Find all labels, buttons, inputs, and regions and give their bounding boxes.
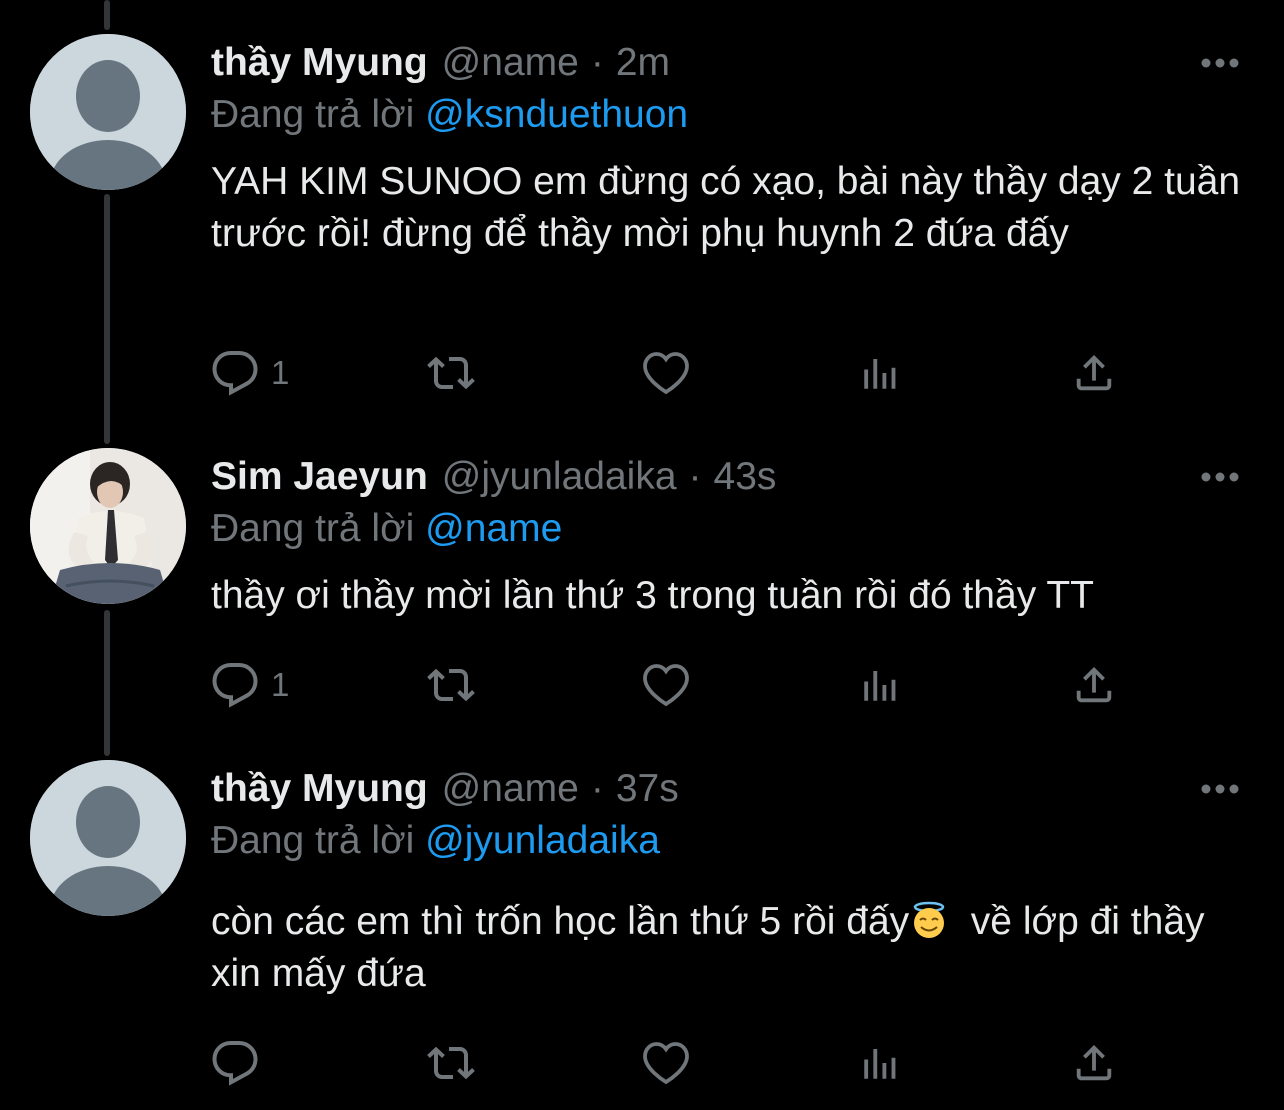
- share-button[interactable]: [1071, 348, 1117, 398]
- like-button[interactable]: [641, 1038, 691, 1088]
- tweet-header: Sim Jaeyun @jyunladaika · 43s: [211, 452, 776, 502]
- replying-to-label: Đang trả lời: [211, 93, 415, 136]
- replying-to-mention[interactable]: @name: [425, 507, 562, 550]
- more-options-icon: [1201, 472, 1239, 482]
- more-options-button[interactable]: [1200, 48, 1240, 78]
- user-handle[interactable]: @name: [442, 767, 579, 811]
- views-button[interactable]: [859, 660, 901, 710]
- heart-icon: [643, 664, 689, 707]
- views-button[interactable]: [859, 1038, 901, 1088]
- retweet-icon: [427, 668, 475, 702]
- replying-to: Đang trả lời @jyunladaika: [211, 816, 660, 866]
- share-icon: [1076, 1044, 1112, 1081]
- more-options-button[interactable]: [1200, 462, 1240, 492]
- like-button[interactable]: [641, 660, 691, 710]
- views-chart-icon: [864, 359, 896, 389]
- share-button[interactable]: [1071, 660, 1117, 710]
- tweet-1[interactable]: thầy Myung @name · 2m Đang trả lời @ksnd…: [0, 34, 1284, 408]
- tweet-text: thầy ơi thầy mời lần thứ 3 trong tuần rồ…: [211, 574, 1094, 617]
- share-icon: [1076, 666, 1112, 703]
- replying-to-label: Đang trả lời: [211, 819, 415, 862]
- avatar-default[interactable]: [30, 760, 186, 916]
- avatar-default[interactable]: [30, 34, 186, 190]
- more-options-icon: [1201, 784, 1239, 794]
- retweet-icon: [427, 1046, 475, 1080]
- replying-to-label: Đang trả lời: [211, 507, 415, 550]
- views-chart-icon: [864, 1049, 896, 1079]
- timestamp[interactable]: 2m: [616, 41, 670, 85]
- separator-dot: ·: [688, 455, 702, 498]
- share-button[interactable]: [1071, 1038, 1117, 1088]
- replying-to: Đang trả lời @ksnduethuon: [211, 90, 688, 140]
- display-name[interactable]: thầy Myung: [211, 767, 428, 811]
- tweet-actions: [211, 1038, 1131, 1088]
- reply-count: 1: [271, 354, 290, 391]
- reply-icon: [212, 1041, 258, 1086]
- replying-to-mention[interactable]: @ksnduethuon: [425, 93, 688, 136]
- retweet-button[interactable]: [425, 348, 477, 398]
- reply-icon: [212, 663, 258, 708]
- separator-dot: ·: [590, 41, 604, 84]
- avatar-profile-photo[interactable]: [30, 448, 186, 604]
- views-button[interactable]: [859, 348, 901, 398]
- reply-button[interactable]: 1: [211, 660, 289, 710]
- user-handle[interactable]: @name: [442, 41, 579, 85]
- views-chart-icon: [864, 671, 896, 701]
- more-options-icon: [1201, 58, 1239, 68]
- reply-button[interactable]: 1: [211, 348, 289, 398]
- reply-icon: [212, 351, 258, 396]
- user-handle[interactable]: @jyunladaika: [442, 455, 677, 499]
- timestamp[interactable]: 43s: [714, 455, 777, 499]
- default-avatar-icon: [30, 760, 186, 916]
- like-button[interactable]: [641, 348, 691, 398]
- thread-line-top: [104, 0, 110, 30]
- tweet-header: thầy Myung @name · 37s: [211, 764, 679, 814]
- heart-icon: [643, 1042, 689, 1085]
- retweet-button[interactable]: [425, 1038, 477, 1088]
- share-icon: [1076, 354, 1112, 391]
- tweet-header: thầy Myung @name · 2m: [211, 38, 670, 88]
- smiling-face-with-halo-icon: [913, 901, 945, 938]
- retweet-icon: [427, 356, 475, 390]
- display-name[interactable]: thầy Myung: [211, 41, 428, 85]
- reply-button[interactable]: [211, 1038, 271, 1088]
- tweet-text: YAH KIM SUNOO em đừng có xạo, bài này th…: [211, 160, 1241, 255]
- tweet-actions: 1: [211, 660, 1131, 710]
- display-name[interactable]: Sim Jaeyun: [211, 455, 428, 499]
- replying-to: Đang trả lời @name: [211, 504, 562, 554]
- tweet-3[interactable]: thầy Myung @name · 37s Đang trả lời @jyu…: [0, 760, 1284, 1104]
- tweet-text: còn các em thì trốn học lần thứ 5 rồi đấ…: [211, 896, 1251, 1000]
- tweet-2[interactable]: Sim Jaeyun @jyunladaika · 43s Đang trả l…: [0, 448, 1284, 732]
- profile-photo: [30, 448, 186, 604]
- default-avatar-icon: [30, 34, 186, 190]
- retweet-button[interactable]: [425, 660, 477, 710]
- more-options-button[interactable]: [1200, 774, 1240, 804]
- heart-icon: [643, 352, 689, 395]
- replying-to-mention[interactable]: @jyunladaika: [425, 819, 660, 862]
- separator-dot: ·: [590, 767, 604, 810]
- reply-count: 1: [271, 666, 290, 703]
- tweet-text-part-1: còn các em thì trốn học lần thứ 5 rồi đấ…: [211, 900, 910, 943]
- tweet-actions: 1: [211, 348, 1131, 398]
- timestamp[interactable]: 37s: [616, 767, 679, 811]
